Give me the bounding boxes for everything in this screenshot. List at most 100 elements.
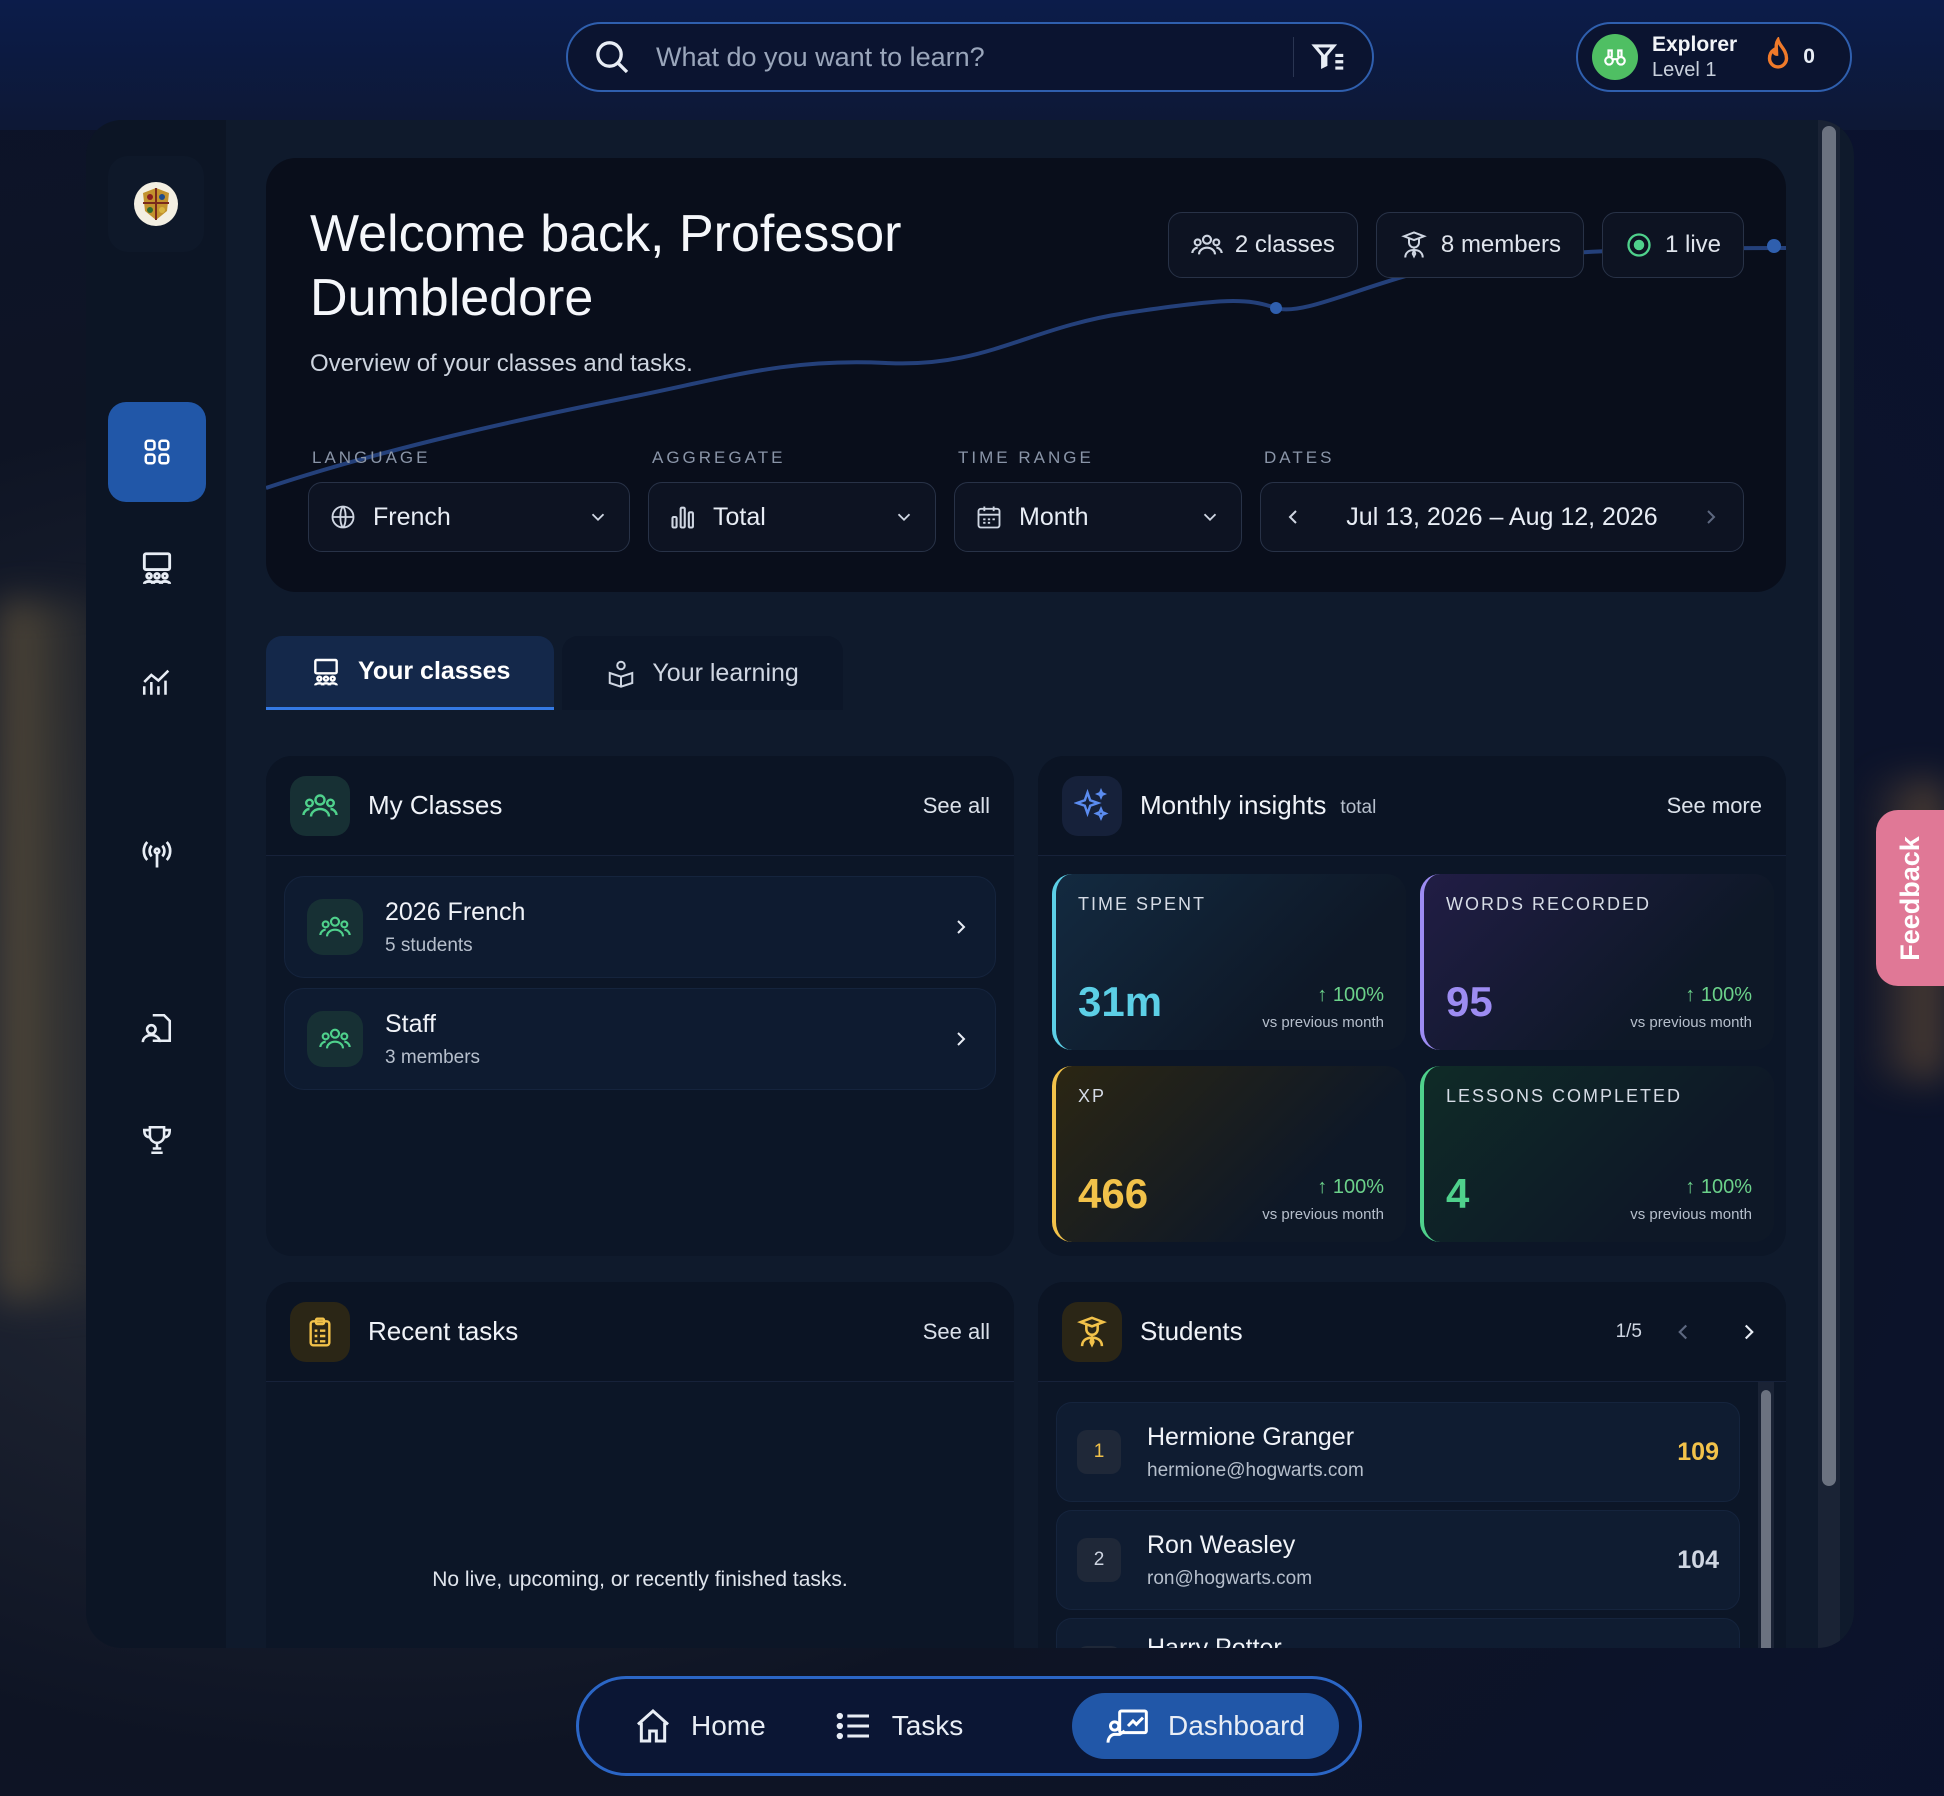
date-range-value[interactable]: Jul 13, 2026 – Aug 12, 2026: [1346, 503, 1657, 532]
members-chip[interactable]: 8 members: [1375, 212, 1584, 278]
my-classes-title: My Classes: [368, 790, 503, 820]
summary-chips: 2 classes 8 members 1 live: [1167, 212, 1744, 278]
learner-icon: [609, 660, 634, 688]
chevron-left-icon[interactable]: [1281, 505, 1305, 529]
classes-count: 2 classes: [1234, 231, 1335, 258]
tasks-title: Recent tasks: [368, 1316, 519, 1346]
nav-tasks-label: Tasks: [891, 1710, 964, 1741]
aggregate-select[interactable]: Total: [648, 482, 936, 552]
search-divider: [1293, 37, 1294, 77]
streak-count: 0: [1803, 45, 1815, 68]
panel-scrollbar[interactable]: [1822, 126, 1836, 1486]
lessons-completed-stat: LESSONS COMPLETED 4 ↑ 100% vs previous m…: [1420, 1066, 1774, 1242]
tab-your-learning-label: Your learning: [652, 658, 799, 687]
language-select[interactable]: French: [308, 482, 630, 552]
my-classes-see-all[interactable]: See all: [923, 793, 990, 819]
tab-your-classes[interactable]: Your classes: [266, 636, 555, 710]
student-xp: 104: [1677, 1545, 1719, 1574]
stat-value: 31m: [1078, 978, 1163, 1025]
search-bar[interactable]: [566, 22, 1374, 92]
sidebar-item-trophies[interactable]: [108, 1090, 206, 1190]
classes-chip[interactable]: 2 classes: [1167, 212, 1358, 278]
student-email: ron@hogwarts.com: [1147, 1567, 1313, 1589]
school-logo[interactable]: [108, 156, 204, 252]
graduate-icon: [1077, 1315, 1107, 1348]
tasks-header: Recent tasks See all: [266, 1282, 1014, 1382]
sidebar-item-classes[interactable]: [108, 518, 206, 618]
nav-home-label: Home: [691, 1710, 766, 1741]
class-row[interactable]: Staff 3 members: [284, 988, 996, 1090]
my-classes-icon-box: [290, 775, 350, 836]
tasks-empty-message: No live, upcoming, or recently finished …: [432, 1568, 848, 1591]
chevron-right-icon[interactable]: [1736, 1319, 1762, 1345]
content-area: Welcome back, Professor Dumbledore Overv…: [226, 120, 1854, 1648]
language-value: French: [373, 502, 451, 531]
profile-widget[interactable]: Explorer Level 1 0: [1576, 22, 1852, 92]
sidebar-item-analytics[interactable]: [108, 632, 206, 732]
stat-label: XP: [1078, 1086, 1107, 1106]
nav-tasks[interactable]: Tasks: [800, 1693, 998, 1759]
my-classes-card: My Classes See all 2026 French 5 student…: [266, 756, 1014, 1256]
nav-dashboard[interactable]: Dashboard: [1072, 1693, 1339, 1759]
binoculars-icon: [1604, 49, 1626, 66]
flame-icon: [1768, 37, 1789, 69]
time-spent-stat: TIME SPENT 31m ↑ 100% vs previous month: [1052, 874, 1406, 1050]
chevron-right-icon: [957, 1032, 966, 1046]
page-title: Welcome back, Professor Dumbledore: [310, 205, 902, 327]
sidebar-item-contacts[interactable]: [108, 978, 206, 1078]
student-rank: 3: [1077, 1646, 1121, 1648]
time-range-select[interactable]: Month: [954, 482, 1242, 552]
student-row[interactable]: 1 Hermione Granger hermione@hogwarts.com…: [1056, 1402, 1740, 1502]
stat-value: 466: [1078, 1170, 1149, 1217]
insights-header: Monthly insights total See more: [1038, 756, 1786, 856]
live-chip[interactable]: 1 live: [1601, 212, 1744, 278]
tab-your-classes-label: Your classes: [358, 657, 511, 685]
page-subtitle: Overview of your classes and tasks.: [310, 350, 693, 377]
stat-compare: vs previous month: [1630, 1206, 1752, 1223]
live-count: 1 live: [1664, 231, 1721, 258]
nav-home[interactable]: Home: [599, 1693, 800, 1759]
student-row[interactable]: 2 Ron Weasley ron@hogwarts.com 104: [1056, 1510, 1740, 1610]
stat-change: ↑ 100%: [1685, 984, 1752, 1006]
tab-your-learning[interactable]: Your learning: [562, 636, 843, 710]
student-email: hermione@hogwarts.com: [1147, 1459, 1364, 1481]
stat-label: WORDS RECORDED: [1446, 894, 1652, 914]
feedback-tab[interactable]: Feedback: [1876, 810, 1944, 986]
welcome-hero: Welcome back, Professor Dumbledore Overv…: [266, 158, 1786, 592]
analytics-icon: [142, 669, 170, 695]
stat-compare: vs previous month: [1262, 1206, 1384, 1223]
class-row[interactable]: 2026 French 5 students: [284, 876, 996, 978]
live-broadcast-icon: [142, 841, 172, 868]
crest-icon: [134, 182, 178, 226]
student-row[interactable]: 3 Harry Potter: [1056, 1618, 1740, 1648]
stat-change: ↑ 100%: [1317, 984, 1384, 1006]
chevron-right-icon: [957, 920, 966, 934]
clipboard-icon: [309, 1316, 331, 1347]
tasks-see-all[interactable]: See all: [923, 1319, 990, 1345]
members-count: 8 members: [1440, 231, 1561, 258]
main-tabs: Your classes Your learning: [266, 636, 843, 710]
class-count: 5 students: [385, 934, 473, 956]
sidebar-item-dashboard[interactable]: [108, 402, 206, 502]
calendar-icon: [977, 506, 1001, 529]
stat-compare: vs previous month: [1630, 1014, 1752, 1031]
class-icon-box: [307, 899, 363, 955]
classroom-icon: [314, 658, 338, 686]
search-input[interactable]: [656, 41, 1277, 73]
dates-label: DATES: [1264, 448, 1335, 467]
time-range-value: Month: [1019, 502, 1089, 531]
stat-value: 4: [1446, 1170, 1470, 1217]
list-icon: [836, 1712, 869, 1740]
chevron-left-icon[interactable]: [1670, 1319, 1696, 1345]
filter-icon[interactable]: [1310, 38, 1348, 76]
students-card: Students 1/5 1 Hermione Granger hermione…: [1038, 1282, 1786, 1648]
stat-label: TIME SPENT: [1078, 894, 1207, 914]
sidebar-item-live[interactable]: [108, 804, 206, 904]
students-scrollbar[interactable]: [1761, 1390, 1771, 1648]
bottom-navigation: Home Tasks Dashboard: [576, 1676, 1362, 1776]
insights-see-more[interactable]: See more: [1667, 793, 1762, 819]
student-name: Ron Weasley: [1147, 1530, 1296, 1559]
date-range-picker: Jul 13, 2026 – Aug 12, 2026: [1260, 482, 1744, 552]
home-icon: [637, 1708, 669, 1743]
chevron-right-icon[interactable]: [1699, 505, 1723, 529]
